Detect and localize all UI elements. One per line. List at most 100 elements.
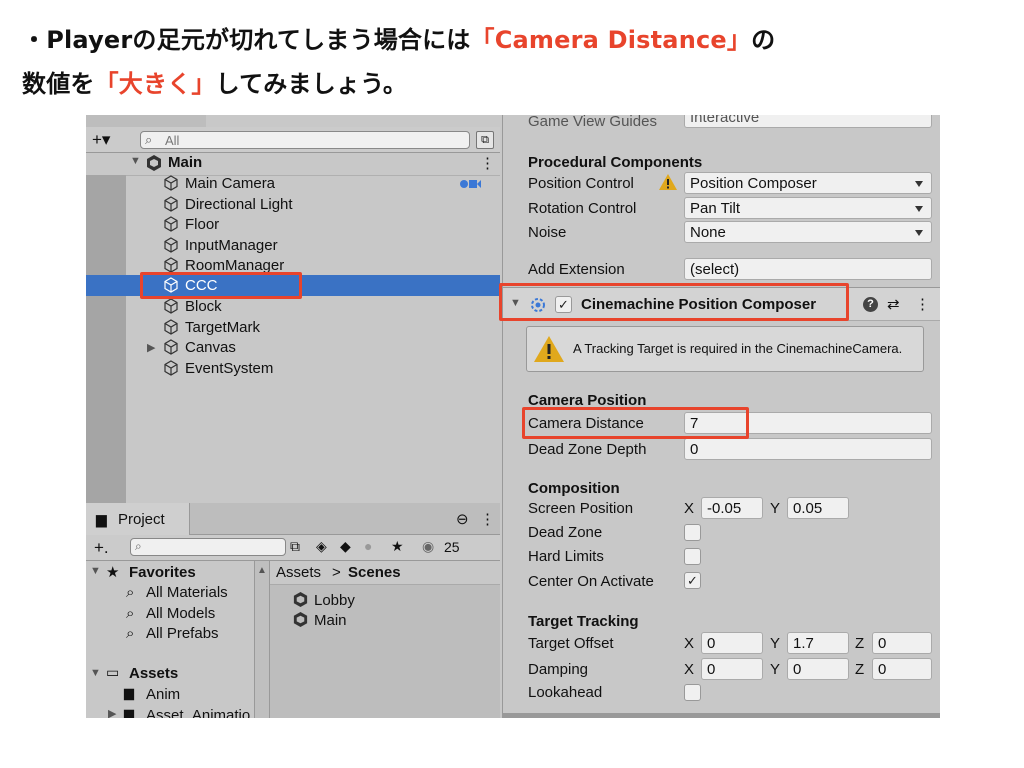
target-offset-y-value: 1.7 bbox=[793, 635, 814, 652]
search-by-type-icon[interactable]: ⧉ bbox=[476, 131, 494, 149]
target-offset-z-label: Z bbox=[855, 635, 865, 652]
game-view-guides-label: Game View Guides bbox=[528, 115, 657, 130]
scene-asset-main[interactable]: Main bbox=[314, 612, 347, 629]
scene-menu-icon[interactable]: ⋮ bbox=[480, 154, 495, 172]
hierarchy-item-event-system[interactable]: EventSystem bbox=[185, 360, 273, 377]
screen-y-label: Y bbox=[770, 500, 781, 517]
filter-by-type-icon[interactable]: ◈ bbox=[316, 538, 327, 555]
hierarchy-item-target-mark[interactable]: TargetMark bbox=[185, 319, 260, 336]
help-icon[interactable]: ? bbox=[863, 297, 878, 312]
center-on-activate-checkbox[interactable]: ✓ bbox=[684, 572, 701, 589]
asset-folder-anim[interactable]: Anim bbox=[146, 686, 180, 703]
gameobject-cube-icon bbox=[164, 298, 178, 314]
target-tracking-title: Target Tracking bbox=[528, 613, 639, 630]
screen-y-field[interactable]: 0.05 bbox=[787, 497, 849, 519]
assets-foldout-arrow-icon[interactable]: ▼ bbox=[90, 667, 101, 679]
favorite-all-models[interactable]: All Models bbox=[146, 605, 215, 622]
scene-name[interactable]: Main bbox=[168, 154, 202, 171]
damping-y-value: 0 bbox=[793, 661, 802, 678]
hierarchy-item-canvas[interactable]: Canvas bbox=[185, 339, 236, 356]
scene-asset-lobby[interactable]: Lobby bbox=[314, 592, 355, 609]
saved-search-star-icon[interactable]: ★ bbox=[391, 538, 404, 555]
favorites-star-icon: ★ bbox=[106, 564, 120, 581]
damping-x-field[interactable]: 0 bbox=[701, 658, 763, 680]
favorites-foldout-arrow-icon[interactable]: ▼ bbox=[90, 565, 101, 577]
project-tab-label: Project bbox=[118, 511, 165, 528]
lookahead-checkbox[interactable] bbox=[684, 684, 701, 701]
noise-value: None bbox=[690, 224, 726, 241]
hierarchy-item-main-camera[interactable]: Main Camera bbox=[185, 175, 275, 192]
scroll-up-arrow-icon[interactable]: ▲ bbox=[257, 565, 267, 576]
add-extension-value: (select) bbox=[690, 261, 740, 278]
component-menu-icon[interactable]: ⋮ bbox=[915, 295, 930, 313]
rotation-control-value: Pan Tilt bbox=[690, 200, 741, 217]
warning-help-box: A Tracking Target is required in the Cin… bbox=[526, 326, 924, 372]
hierarchy-gutter bbox=[86, 175, 126, 503]
favorite-all-prefabs[interactable]: All Prefabs bbox=[146, 625, 219, 642]
breadcrumb-assets[interactable]: Assets bbox=[276, 564, 321, 581]
screen-x-field[interactable]: -0.05 bbox=[701, 497, 763, 519]
folder-icon: ▆ bbox=[124, 706, 134, 718]
dead-zone-label: Dead Zone bbox=[528, 524, 603, 541]
damping-z-field[interactable]: 0 bbox=[872, 658, 932, 680]
target-offset-z-field[interactable]: 0 bbox=[872, 632, 932, 654]
damping-y-field[interactable]: 0 bbox=[787, 658, 849, 680]
canvas-foldout-arrow-icon[interactable]: ▶ bbox=[147, 341, 155, 354]
project-tab[interactable]: ▆ Project bbox=[86, 503, 190, 535]
unity-scene-icon bbox=[147, 155, 161, 171]
dead-zone-checkbox[interactable] bbox=[684, 524, 701, 541]
rotation-control-dropdown[interactable]: Pan Tilt bbox=[684, 197, 932, 219]
unity-scene-icon bbox=[293, 591, 308, 608]
caption-line-2: 数値を「大きく」してみましょう。 bbox=[22, 64, 407, 99]
favorite-all-materials[interactable]: All Materials bbox=[146, 584, 228, 601]
noise-dropdown[interactable]: None bbox=[684, 221, 932, 243]
scene-foldout-arrow-icon[interactable]: ▼ bbox=[130, 155, 141, 167]
position-control-dropdown[interactable]: Position Composer bbox=[684, 172, 932, 194]
chevron-down-icon bbox=[915, 181, 923, 187]
favorites-label[interactable]: Favorites bbox=[129, 564, 196, 581]
search-by-type-icon[interactable]: ⧉ bbox=[290, 538, 300, 555]
target-offset-y-field[interactable]: 1.7 bbox=[787, 632, 849, 654]
project-menu-icon[interactable]: ⋮ bbox=[480, 510, 495, 528]
hard-limits-checkbox[interactable] bbox=[684, 548, 701, 565]
hidden-packages-eye-icon[interactable]: ◉ bbox=[422, 538, 434, 555]
search-icon: ⌕ bbox=[126, 584, 135, 601]
assets-label[interactable]: Assets bbox=[129, 665, 178, 682]
chevron-down-icon bbox=[915, 230, 923, 236]
caption-line-1-highlight: 「Camera Distance」 bbox=[470, 26, 752, 54]
breadcrumb-separator: > bbox=[332, 564, 341, 581]
damping-label: Damping bbox=[528, 661, 589, 678]
add-extension-dropdown[interactable]: (select) bbox=[684, 258, 932, 280]
hidden-packages-count: 25 bbox=[444, 539, 460, 555]
project-splitter[interactable]: ▲ bbox=[254, 561, 270, 718]
breadcrumb-scenes[interactable]: Scenes bbox=[348, 564, 401, 581]
dead-zone-depth-field[interactable]: 0 bbox=[684, 438, 932, 460]
asset-store-icon[interactable]: ● bbox=[364, 538, 372, 554]
hierarchy-item-block[interactable]: Block bbox=[185, 298, 222, 315]
game-view-guides-value: Interactive bbox=[690, 115, 760, 126]
inspector-bottom-border bbox=[503, 713, 940, 718]
damping-y-label: Y bbox=[770, 661, 781, 678]
folder-foldout-arrow-icon[interactable]: ▶ bbox=[108, 707, 116, 718]
preset-icon[interactable]: ⇄ bbox=[887, 295, 900, 313]
scene-divider bbox=[86, 175, 500, 176]
hierarchy-item-floor[interactable]: Floor bbox=[185, 216, 219, 233]
rotation-control-label: Rotation Control bbox=[528, 200, 637, 217]
lock-icon[interactable]: ⊖ bbox=[456, 510, 469, 528]
hierarchy-search-input[interactable]: ⌕ All bbox=[140, 131, 470, 149]
target-offset-z-value: 0 bbox=[878, 635, 887, 652]
caption-line-1: ・Playerの足元が切れてしまう場合には「Camera Distance」の bbox=[22, 20, 775, 55]
caption-line-2-highlight: 「大きく」 bbox=[94, 70, 216, 98]
asset-folder-animation[interactable]: Asset_Animatio bbox=[146, 707, 250, 718]
gameobject-cube-icon bbox=[164, 216, 178, 232]
cinemachine-brain-icon bbox=[460, 180, 481, 188]
hierarchy-item-directional-light[interactable]: Directional Light bbox=[185, 196, 293, 213]
hierarchy-item-input-manager[interactable]: InputManager bbox=[185, 237, 278, 254]
project-add-button[interactable]: +. bbox=[94, 538, 109, 558]
game-view-guides-dropdown[interactable]: Interactive bbox=[684, 115, 932, 128]
hierarchy-add-button[interactable]: +▾ bbox=[92, 130, 110, 150]
project-search-input[interactable]: ⌕ bbox=[130, 538, 286, 556]
filter-by-label-icon[interactable]: ◆ bbox=[340, 538, 351, 555]
target-offset-x-field[interactable]: 0 bbox=[701, 632, 763, 654]
hierarchy-toolbar: +▾ ⌕ All ⧉ bbox=[86, 127, 500, 153]
